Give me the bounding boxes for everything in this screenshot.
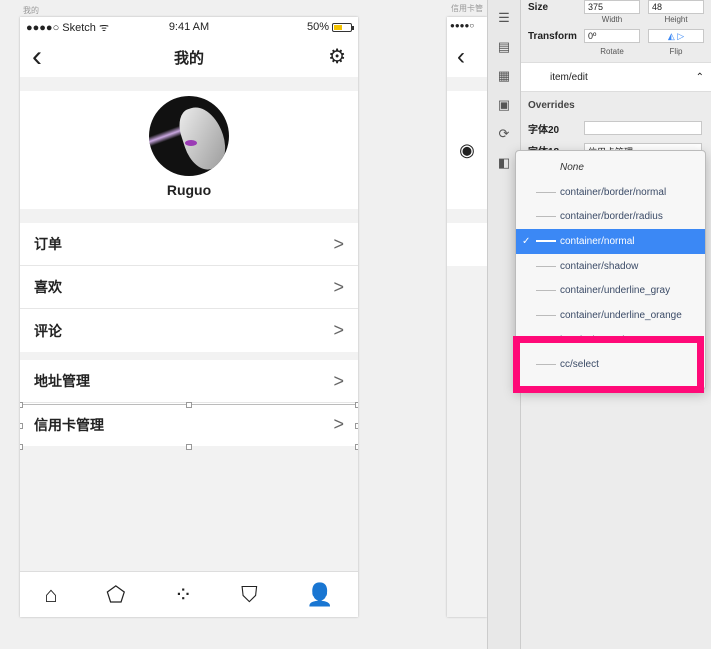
- menu-item-label: 信用卡管理: [34, 416, 104, 433]
- username: Ruguo: [166, 182, 212, 198]
- chevron-right-icon: >: [333, 276, 344, 297]
- width-label: Width: [601, 14, 623, 24]
- chevron-right-icon: >: [333, 320, 344, 340]
- menu-item-likes[interactable]: 喜欢 >: [20, 266, 358, 309]
- person-icon[interactable]: ▣: [493, 94, 515, 116]
- menu-item-orders[interactable]: 订单 >: [20, 223, 358, 266]
- dropdown-item[interactable]: container/border/radius: [516, 204, 705, 229]
- text-style-icon[interactable]: ▤: [493, 36, 515, 58]
- artboard-title-left[interactable]: 我的: [23, 5, 39, 16]
- dropdown-item[interactable]: container/underline_gray: [516, 278, 705, 303]
- align-icon[interactable]: ▦: [493, 65, 515, 87]
- layout-icon[interactable]: ◧: [493, 152, 515, 174]
- radio-icon[interactable]: ◉: [447, 91, 487, 209]
- avatar[interactable]: [149, 96, 229, 176]
- dropdown-item-none[interactable]: None: [516, 155, 705, 180]
- menu-item-label: 喜欢: [34, 279, 62, 295]
- override-label-1: 字体20: [528, 124, 560, 136]
- list-item: [447, 223, 487, 266]
- back-icon[interactable]: ‹: [32, 42, 42, 72]
- battery-icon: [332, 22, 354, 32]
- profile-icon[interactable]: 👤: [306, 582, 333, 608]
- dropdown-item-selected[interactable]: ✓ container/normal: [516, 229, 705, 254]
- phone-artboard[interactable]: ●●●●○ Sketch ᯤ 9:41 AM 50% ‹ 我的 ⚙ Ruguo …: [20, 17, 358, 617]
- size-label: Size: [528, 1, 549, 13]
- status-bar-2: ●●●●○: [447, 17, 487, 37]
- sync-icon[interactable]: ⟳: [493, 123, 515, 145]
- flip-buttons[interactable]: ◭ ▷: [648, 29, 704, 43]
- symbol-name: item/edit: [550, 71, 588, 83]
- overrides-title: Overrides: [528, 100, 575, 111]
- nav-bar: ‹ 我的 ⚙: [20, 37, 358, 77]
- height-field[interactable]: 48: [648, 0, 704, 14]
- menu-item-credit-card[interactable]: 信用卡管理 >: [20, 403, 358, 446]
- page-title: 我的: [173, 49, 204, 67]
- width-field[interactable]: 375: [584, 0, 640, 14]
- dropdown-item[interactable]: container/underline_orange: [516, 303, 705, 328]
- discover-icon[interactable]: ⬠: [106, 582, 125, 608]
- highlight-box: [513, 336, 704, 393]
- dropdown-item[interactable]: container/shadow: [516, 254, 705, 279]
- rotate-label: Rotate: [600, 46, 624, 56]
- flip-label: Flip: [669, 46, 683, 56]
- chevron-right-icon: >: [333, 370, 344, 391]
- back-icon-2[interactable]: ‹: [447, 37, 487, 77]
- chevron-right-icon: >: [333, 414, 344, 434]
- stepper-icon: ⌃: [695, 71, 704, 83]
- home-icon[interactable]: ⌂: [44, 582, 57, 608]
- checkmark-icon: ✓: [522, 235, 531, 247]
- settings-icon[interactable]: ⚙: [328, 47, 346, 67]
- dropdown-item[interactable]: container/border/normal: [516, 180, 705, 205]
- menu-group-2: 地址管理 > 信用卡管理 >: [20, 360, 358, 446]
- profile-card: Ruguo: [20, 91, 358, 209]
- stack-icon[interactable]: ☰: [493, 7, 515, 29]
- transform-label: Transform: [528, 30, 577, 42]
- cart-icon[interactable]: ⛉: [241, 582, 258, 608]
- override-field-1[interactable]: [584, 121, 702, 135]
- status-bar: ●●●●○ Sketch ᯤ 9:41 AM 50%: [20, 17, 358, 37]
- status-time: 9:41 AM: [168, 21, 210, 33]
- artboard-title-right[interactable]: 信用卡管: [451, 3, 483, 14]
- apps-icon[interactable]: ⁘: [174, 582, 192, 608]
- menu-item-address[interactable]: 地址管理 >: [20, 360, 358, 403]
- phone-artboard-2[interactable]: ●●●●○ ‹ ◉: [447, 17, 487, 617]
- menu-group-1: 订单 > 喜欢 > 评论 >: [20, 223, 358, 352]
- menu-item-label: 地址管理: [34, 373, 90, 389]
- height-label: Height: [664, 14, 688, 24]
- menu-item-comments[interactable]: 评论 >: [20, 309, 358, 352]
- menu-item-label: 订单: [34, 236, 62, 252]
- chevron-right-icon: >: [333, 233, 344, 254]
- tab-bar: ⌂ ⬠ ⁘ ⛉ 👤: [20, 571, 358, 617]
- menu-item-label: 评论: [34, 322, 62, 339]
- rotate-field[interactable]: 0º: [584, 29, 640, 43]
- symbol-select[interactable]: item/edit ⌃: [521, 62, 711, 92]
